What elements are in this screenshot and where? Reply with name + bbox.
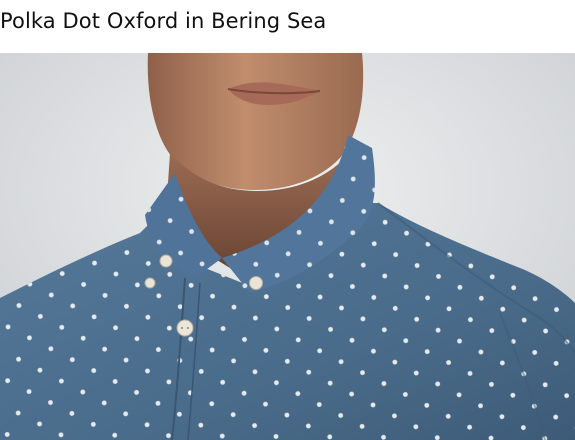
product-photo[interactable] (0, 53, 575, 440)
title-bar: Polka Dot Oxford in Bering Sea (0, 0, 575, 52)
product-page: Polka Dot Oxford in Bering Sea (0, 0, 575, 440)
product-photo-illustration (0, 53, 575, 440)
product-title: Polka Dot Oxford in Bering Sea (0, 9, 327, 33)
